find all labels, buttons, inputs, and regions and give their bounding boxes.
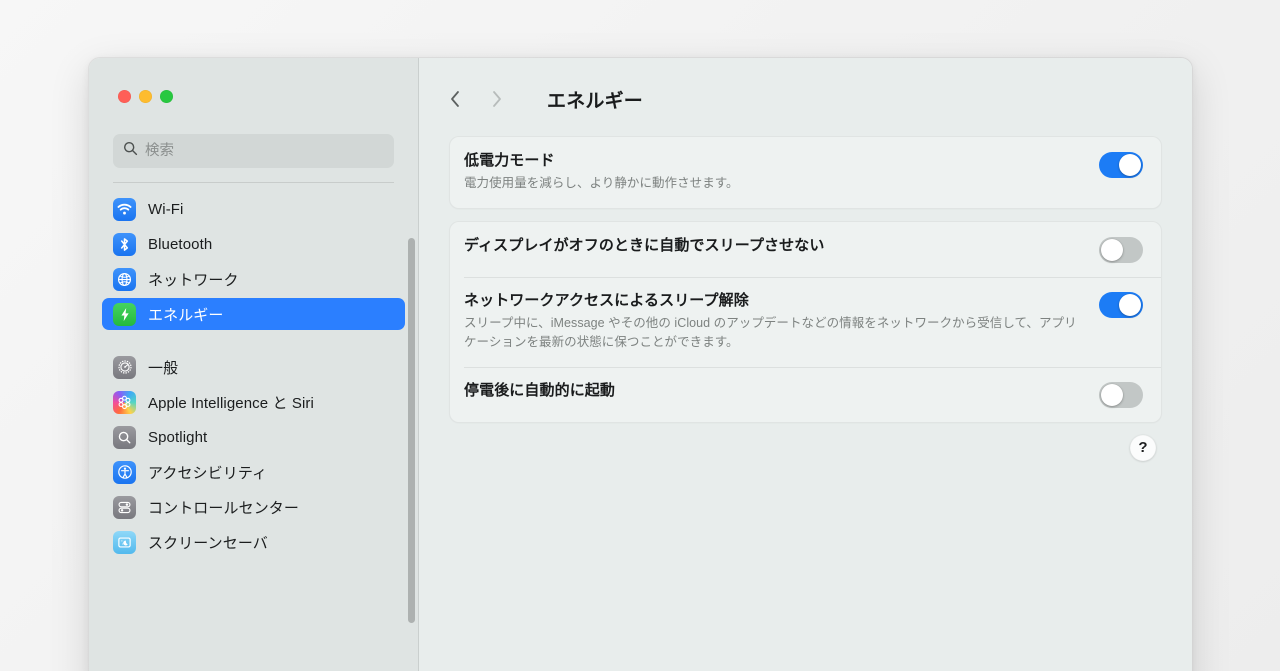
toggle-knob [1119,154,1141,176]
settings-card: ディスプレイがオフのときに自動でスリープさせない ネットワークアクセスによるスリ… [449,220,1162,423]
settings-card: 低電力モード 電力使用量を減らし、より静かに動作させます。 [449,136,1162,209]
sidebar-item-label: 一般 [148,359,179,377]
row-title: ネットワークアクセスによるスリープ解除 [464,291,749,309]
chevron-left-icon [451,91,459,107]
chevron-right-icon [493,91,501,107]
toggle-start-up-after-power-failure[interactable] [1099,381,1143,408]
maximize-button[interactable] [160,90,173,103]
search-input[interactable]: 検索 [113,134,394,168]
sidebar-item-label: スクリーンセーバ [148,534,268,552]
sidebar-item-label: ネットワーク [148,271,239,289]
row-text: ディスプレイがオフのときに自動でスリープさせない [464,236,1099,256]
bluetooth-icon [113,232,136,256]
search-placeholder: 検索 [145,142,174,159]
row-title: 低電力モード [464,152,555,169]
sidebar-item-control-center[interactable]: コントロールセンター [102,491,405,523]
sidebar-item-label: Apple Intelligence と Siri [148,394,314,412]
sidebar-item-label: Wi-Fi [148,200,184,218]
accessibility-icon [113,460,136,484]
content-pane: エネルギー 低電力モード 電力使用量を減らし、より静かに動作させます。 ディスプ… [419,58,1192,671]
toggle-low-power-mode[interactable] [1099,152,1143,178]
window-controls [89,58,418,120]
sidebar-item-screensaver[interactable]: スクリーンセーバ [102,526,405,558]
sidebar-item-energy[interactable]: エネルギー [102,298,405,330]
setting-row-start-up-after-power-failure[interactable]: 停電後に自動的に起動 [450,366,1161,422]
page-title: エネルギー [547,90,644,112]
row-text: 低電力モード 電力使用量を減らし、より静かに動作させます。 [464,151,1099,194]
row-text: ネットワークアクセスによるスリープ解除 スリープ中に、iMessage やその他… [464,291,1099,353]
toggle-knob [1101,383,1123,406]
sidebar-item-general[interactable]: 一般 [102,351,405,383]
sidebar-item-label: コントロールセンター [148,499,300,517]
sidebar-item-label: Bluetooth [148,235,213,253]
sidebar-item-spotlight[interactable]: Spotlight [102,421,405,453]
system-settings-window: 検索 Wi-Fi Bluetooth ネットワーク エネルギー 一般 Apple… [88,57,1193,671]
sidebar-item-label: アクセシビリティ [148,464,268,482]
toggle-wake-for-network-access[interactable] [1099,291,1143,318]
help-row: ? [449,434,1162,461]
row-text: 停電後に自動的に起動 [464,381,1099,401]
sidebar-item-apple-intelligence-siri[interactable]: Apple Intelligence と Siri [102,386,405,418]
toggle-knob [1119,293,1141,316]
sidebar-item-label: エネルギー [148,306,224,324]
globe-icon [113,267,136,291]
help-button[interactable]: ? [1130,434,1156,461]
setting-row-low-power-mode[interactable]: 低電力モード 電力使用量を減らし、より静かに動作させます。 [450,137,1161,208]
sidebar-item-wifi[interactable]: Wi-Fi [102,193,405,225]
toggle-prevent-sleep-display-off[interactable] [1099,236,1143,263]
row-description: 電力使用量を減らし、より静かに動作させます。 [464,176,739,191]
sidebar-item-list: Wi-Fi Bluetooth ネットワーク エネルギー 一般 Apple In… [89,183,418,671]
gear-icon [113,355,136,379]
row-description: スリープ中に、iMessage やその他の iCloud のアップデートなどの情… [464,315,1077,350]
sidebar-item-bluetooth[interactable]: Bluetooth [102,228,405,260]
bolt-icon [113,302,136,326]
back-button[interactable] [449,89,491,109]
sidebar-item-accessibility[interactable]: アクセシビリティ [102,456,405,488]
screensaver-icon [113,530,136,554]
minimize-button[interactable] [139,90,152,103]
magnifier-icon [113,425,136,449]
setting-row-wake-for-network-access[interactable]: ネットワークアクセスによるスリープ解除 スリープ中に、iMessage やその他… [450,276,1161,367]
apple-intelligence-icon [113,390,136,414]
sidebar-item-network[interactable]: ネットワーク [102,263,405,295]
sidebar-scrollbar-thumb[interactable] [408,238,415,623]
sidebar-item-label: Spotlight [148,428,208,446]
setting-row-prevent-sleep-display-off[interactable]: ディスプレイがオフのときに自動でスリープさせない [450,222,1161,277]
sidebar: 検索 Wi-Fi Bluetooth ネットワーク エネルギー 一般 Apple… [89,58,419,671]
search-icon [123,141,138,161]
toggle-knob [1101,238,1123,261]
row-title: 停電後に自動的に起動 [464,381,616,399]
control-center-icon [113,495,136,519]
wifi-icon [113,197,136,221]
forward-button[interactable] [491,89,533,109]
content-toolbar: エネルギー [449,84,1162,114]
row-title: ディスプレイがオフのときに自動でスリープさせない [464,236,825,254]
close-button[interactable] [118,90,131,103]
search-area: 検索 [89,120,418,183]
sidebar-scrollbar[interactable] [408,238,415,671]
